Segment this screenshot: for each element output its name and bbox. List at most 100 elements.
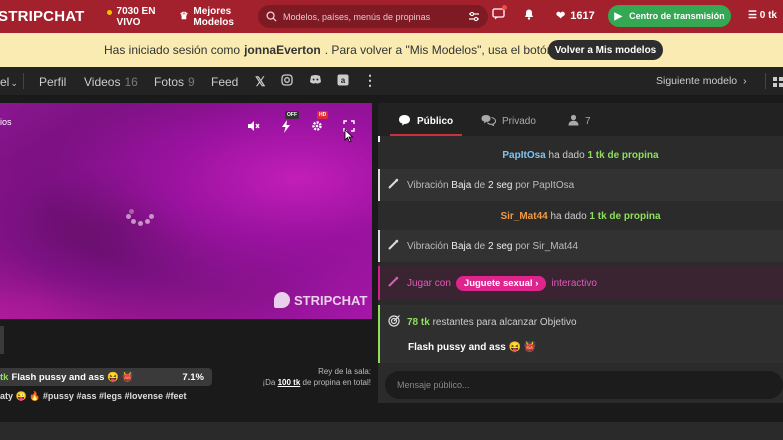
target-icon xyxy=(388,315,400,330)
hd-badge: HD xyxy=(317,111,329,119)
goal-percent: 7.1% xyxy=(182,371,204,383)
tip-amount: 1 tk de propina xyxy=(587,149,659,161)
tab-users[interactable]: 7 xyxy=(568,114,591,129)
wand-icon xyxy=(388,178,399,192)
stage-label: ios xyxy=(0,117,12,127)
chat-message: Sir_Mat44 ha dado 1 tk de propina xyxy=(378,208,783,224)
tab-private[interactable]: Privado xyxy=(481,114,536,129)
chat-tabs: Público Privado 7 xyxy=(378,103,783,136)
goal-tk: tk xyxy=(0,371,9,383)
gear-icon[interactable] xyxy=(311,120,323,135)
king-prefix: ¡Da xyxy=(262,378,276,387)
chevron-down-icon: ⌄ xyxy=(10,78,18,88)
chat-text: ha dado xyxy=(548,149,585,161)
vibration-time: 2 seg xyxy=(488,240,513,252)
live-count-number: 7030 EN xyxy=(116,5,156,17)
mouse-cursor-icon xyxy=(344,129,354,148)
grid-icon[interactable] xyxy=(773,76,783,90)
sex-toy-pill-button[interactable]: Juguete sexual › xyxy=(455,275,547,291)
bottom-strip xyxy=(0,422,783,440)
goal-text: Flash pussy and ass 😝 👹 xyxy=(11,371,134,383)
messages-icon[interactable] xyxy=(492,5,507,23)
tab-label: Público xyxy=(417,116,454,127)
tab-photos[interactable]: Fotos 9 xyxy=(154,75,195,89)
tab-videos[interactable]: Videos 16 xyxy=(84,75,138,89)
favorites-count[interactable]: ❤ 1617 xyxy=(556,9,595,23)
watermark-text: STRIPCHAT xyxy=(294,292,368,308)
nav-fragment[interactable]: el⌄ xyxy=(0,75,18,89)
nav-divider xyxy=(765,73,766,89)
toy-icon xyxy=(388,276,399,290)
vibration-time: 2 seg xyxy=(488,179,513,191)
filter-icon[interactable] xyxy=(468,11,480,22)
tag-list[interactable]: aty 😜 🔥 #pussy #ass #legs #lovense #feet xyxy=(0,391,187,402)
tab-count: 9 xyxy=(188,75,195,89)
lightning-icon[interactable] xyxy=(281,120,291,136)
chat-username[interactable]: Sir_Mat44 xyxy=(500,211,547,222)
broadcast-center-button[interactable]: ▶ Centro de transmisión xyxy=(608,5,731,27)
banner-username: jonnaEverton xyxy=(244,43,321,57)
live-dot-icon xyxy=(106,9,112,15)
chevron-right-icon: › xyxy=(743,75,747,87)
goal-title: Flash pussy and ass 😝 👹 xyxy=(408,342,537,353)
input-placeholder: Mensaje público... xyxy=(397,380,470,390)
tab-count: 16 xyxy=(124,75,138,89)
interactive-toy-message: Jugar con Juguete sexual › interactivo xyxy=(378,266,783,300)
user-icon xyxy=(568,114,579,129)
search-icon xyxy=(266,11,277,22)
token-balance[interactable]: ☰ 0 tk xyxy=(748,10,777,21)
chat-message: PapItOsa ha dado 1 tk de propina xyxy=(378,147,783,163)
scroll-marker xyxy=(378,136,380,142)
onlyfans-icon[interactable]: a xyxy=(337,74,349,89)
king-suffix: de propina en total! xyxy=(302,378,372,387)
best-models-link[interactable]: ♛ Mejores Modelos xyxy=(179,6,234,28)
logo[interactable]: STRIPCHAT xyxy=(0,8,85,25)
live-count[interactable]: 7030 EN VIVO xyxy=(106,5,156,28)
more-options-icon[interactable]: ⋮ xyxy=(363,72,377,89)
favorites-number: 1617 xyxy=(570,9,595,22)
instagram-icon[interactable] xyxy=(281,74,293,89)
chat-panel: Público Privado 7 PapItOsa ha dado 1 tk … xyxy=(378,103,783,403)
chat-text: Jugar con xyxy=(407,277,451,289)
bell-icon[interactable] xyxy=(523,8,535,23)
chat-text: por Sir_Mat44 xyxy=(515,240,579,252)
tab-profile[interactable]: Perfil xyxy=(39,75,66,89)
video-player[interactable]: ios OFF HD STRIPCHAT xyxy=(0,103,372,319)
search-placeholder: Modelos, países, menús de propinas xyxy=(283,11,431,22)
chevron-right-icon: › xyxy=(535,277,539,289)
tab-public[interactable]: Público xyxy=(398,114,453,129)
discord-icon[interactable] xyxy=(309,74,322,88)
tab-feed[interactable]: Feed xyxy=(211,75,238,89)
best-models-line1: Mejores xyxy=(193,5,232,17)
tab-label: Fotos xyxy=(154,75,185,89)
public-message-input[interactable]: Mensaje público... xyxy=(385,371,783,399)
next-model-label: Siguiente modelo xyxy=(656,75,738,87)
chat-username[interactable]: PapItOsa xyxy=(502,150,545,161)
vibration-level: Baja xyxy=(451,179,472,191)
private-chat-icon xyxy=(481,114,497,129)
tab-label: Privado xyxy=(502,116,536,127)
back-to-my-models-button[interactable]: Volver a Mis modelos xyxy=(548,40,663,60)
token-balance-value: 0 tk xyxy=(759,10,777,21)
nav-divider xyxy=(23,73,24,89)
tab-label: Videos xyxy=(84,75,121,89)
goal-remaining-text: restantes para alcanzar Objetivo xyxy=(432,317,577,328)
login-banner: Has iniciado sesión como jonnaEverton . … xyxy=(0,33,783,67)
vibration-event: Vibración Baja de 2 seg por Sir_Mat44 xyxy=(378,230,783,262)
chat-text: interactivo xyxy=(551,277,597,289)
chat-text: de xyxy=(474,240,486,252)
side-handle[interactable] xyxy=(0,326,4,354)
king-title: Rey de la sala: xyxy=(318,367,371,376)
goal-progress-bar: tk Flash pussy and ass 😝 👹 7.1% xyxy=(0,368,212,386)
tab-label: Feed xyxy=(211,75,239,89)
logo-drop-icon xyxy=(274,292,290,308)
mute-icon[interactable] xyxy=(247,120,260,135)
next-model-link[interactable]: Siguiente modelo › xyxy=(656,75,747,87)
speech-bubble-icon xyxy=(398,114,411,129)
search-input[interactable]: Modelos, países, menús de propinas xyxy=(258,5,488,28)
goal-message: 78 tk restantes para alcanzar Objetivo F… xyxy=(378,305,783,363)
live-count-label: VIVO xyxy=(116,16,141,28)
x-twitter-icon[interactable]: 𝕏 xyxy=(255,74,265,90)
chat-text: de xyxy=(474,179,486,191)
coins-icon: ☰ xyxy=(748,10,760,21)
